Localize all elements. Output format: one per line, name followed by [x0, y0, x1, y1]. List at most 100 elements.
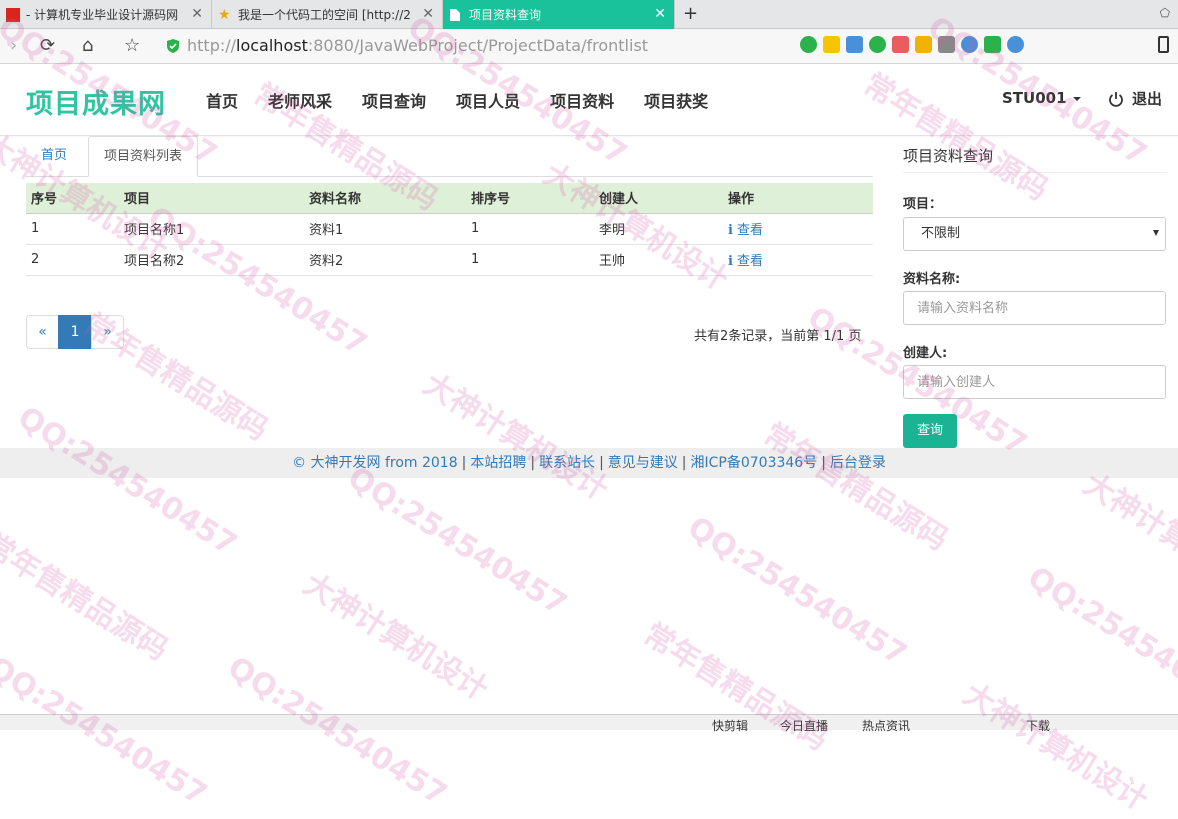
forward-icon[interactable]: ›: [10, 35, 17, 56]
view-link-label: 查看: [736, 254, 763, 269]
site-logo[interactable]: 项目成果网: [26, 82, 166, 121]
extension-icon[interactable]: [938, 36, 955, 53]
secure-shield-icon: [166, 38, 180, 58]
browser-tab-2[interactable]: ★ 我是一个代码工的空间 [http://2 ✕: [212, 0, 443, 29]
url-field[interactable]: http://localhost:8080/JavaWebProject/Pro…: [187, 36, 648, 55]
nav-item-teachers[interactable]: 老师风采: [268, 88, 332, 112]
data-name-label: 资料名称:: [903, 272, 961, 287]
close-tab-icon[interactable]: ✕: [422, 6, 434, 22]
project-label: 项目：: [903, 197, 943, 212]
browser-tab-strip: - 计算机专业毕业设计源码网 ✕ ★ 我是一个代码工的空间 [http://2 …: [0, 0, 1178, 29]
url-prefix: http://: [187, 36, 237, 55]
watermark: QQ:254540457: [1021, 560, 1178, 723]
url-host: localhost: [236, 36, 308, 55]
watermark: QQ:254540457: [341, 460, 573, 623]
new-tab-button[interactable]: +: [683, 3, 698, 24]
nav-item-home[interactable]: 首页: [206, 88, 238, 112]
extension-icon[interactable]: [869, 36, 886, 53]
extension-icon[interactable]: [984, 36, 1001, 53]
statusbar-item-news[interactable]: 热点资讯: [862, 717, 910, 734]
table-row: 1 项目名称1 资料1 1 李明 i 查看: [26, 213, 873, 245]
creator-label: 创建人:: [903, 346, 948, 361]
phone-icon[interactable]: [1158, 36, 1169, 53]
footer-link-admin-login[interactable]: 后台登录: [830, 455, 886, 471]
home-icon[interactable]: ⌂: [82, 35, 93, 56]
breadcrumb-current[interactable]: 项目资料列表: [88, 136, 199, 177]
page-number-button[interactable]: 1: [58, 315, 92, 349]
extension-icon[interactable]: [800, 36, 817, 53]
extension-icon[interactable]: [961, 36, 978, 53]
column-header: 排序号: [466, 183, 594, 214]
breadcrumb: 首页 项目资料列表: [26, 136, 873, 177]
info-icon: i: [728, 254, 733, 269]
watermark: QQ:254540457: [0, 650, 213, 813]
nav-item-project-data[interactable]: 项目资料: [550, 88, 614, 112]
extension-toolbar: [800, 36, 1024, 53]
star-icon: ★: [218, 6, 231, 23]
browser-tab-1-title: - 计算机专业毕业设计源码网: [26, 8, 179, 22]
footer-separator: |: [530, 455, 536, 471]
dropdown-arrow-icon: [1153, 230, 1159, 236]
cell-no: 1: [26, 213, 119, 245]
footer-link-contact[interactable]: 联系站长: [539, 455, 595, 471]
view-link[interactable]: i 查看: [728, 223, 763, 238]
site-footer: © 大神开发网 from 2018 | 本站招聘 | 联系站长 | 意见与建议 | 湘ICP备0…: [0, 448, 1178, 478]
close-tab-icon[interactable]: ✕: [191, 6, 203, 22]
tab-menu-icon[interactable]: ⬠: [1160, 6, 1170, 20]
column-header: 项目: [119, 183, 304, 214]
cell-creator: 王帅: [594, 244, 723, 276]
watermark: 常年售精品源码: [0, 526, 174, 668]
main-nav: 首页 老师风采 项目查询 项目人员 项目资料 项目获奖: [206, 88, 738, 112]
statusbar-item-download[interactable]: 下载: [1026, 717, 1050, 734]
statusbar-item-live[interactable]: 今日直播: [780, 717, 828, 734]
page-icon: [449, 8, 463, 22]
project-select-value: 不限制: [921, 226, 961, 241]
cell-action: i 查看: [723, 244, 873, 276]
data-name-input[interactable]: [903, 291, 1166, 325]
statusbar-item-clip[interactable]: 快剪辑: [712, 717, 748, 734]
extension-icon[interactable]: [1007, 36, 1024, 53]
extension-icon[interactable]: [846, 36, 863, 53]
table-header-row: 序号 项目 资料名称 排序号 创建人 操作: [26, 183, 873, 214]
cell-action: i 查看: [723, 213, 873, 245]
extension-icon[interactable]: [915, 36, 932, 53]
column-header: 创建人: [594, 183, 723, 214]
url-path: :8080/JavaWebProject/ProjectData/frontli…: [307, 36, 649, 55]
search-panel-title: 项目资料查询: [903, 145, 1167, 173]
breadcrumb-home[interactable]: 首页: [26, 136, 82, 177]
footer-link-icp[interactable]: 湘ICP备0703346号: [691, 455, 818, 471]
footer-link-feedback[interactable]: 意见与建议: [608, 455, 678, 471]
user-menu[interactable]: STU001: [1002, 89, 1081, 107]
project-select[interactable]: 不限制: [903, 217, 1166, 251]
browser-tab-3-active[interactable]: 项目资料查询 ✕: [443, 0, 675, 29]
footer-separator: |: [821, 455, 826, 471]
query-button[interactable]: 查询: [903, 414, 957, 448]
browser-tab-2-title: 我是一个代码工的空间 [http://2: [238, 8, 411, 22]
extension-icon[interactable]: [823, 36, 840, 53]
view-link[interactable]: i 查看: [728, 254, 763, 269]
column-header: 资料名称: [304, 183, 466, 214]
power-icon: [1109, 91, 1123, 107]
watermark: 常年售精品源码: [637, 616, 834, 758]
nav-item-project-awards[interactable]: 项目获奖: [644, 88, 708, 112]
prev-page-button[interactable]: «: [26, 315, 59, 349]
footer-copyright[interactable]: © 大神开发网 from 2018: [292, 455, 458, 471]
extension-icon[interactable]: [892, 36, 909, 53]
footer-link-jobs[interactable]: 本站招聘: [470, 455, 526, 471]
reload-icon[interactable]: ⟳: [40, 35, 55, 56]
next-page-button[interactable]: »: [91, 315, 124, 349]
bookmark-star-icon[interactable]: ☆: [124, 35, 140, 56]
nav-item-project-search[interactable]: 项目查询: [362, 88, 426, 112]
creator-input[interactable]: [903, 365, 1166, 399]
watermark: 大神计算机设计: [957, 676, 1154, 818]
cell-order: 1: [466, 244, 594, 276]
caret-down-icon: [1072, 96, 1081, 101]
browser-tab-1[interactable]: - 计算机专业毕业设计源码网 ✕: [0, 0, 212, 29]
close-tab-icon[interactable]: ✕: [654, 6, 666, 22]
page-info: 共有2条记录，当前第 1/1 页: [694, 329, 862, 344]
site-header: 项目成果网 首页 老师风采 项目查询 项目人员 项目资料 项目获奖 STU001…: [0, 64, 1178, 136]
logout-link[interactable]: 退出: [1108, 88, 1162, 109]
nav-item-project-members[interactable]: 项目人员: [456, 88, 520, 112]
pagination: « 1 »: [26, 315, 124, 349]
watermark: QQ:254540457: [11, 400, 243, 563]
